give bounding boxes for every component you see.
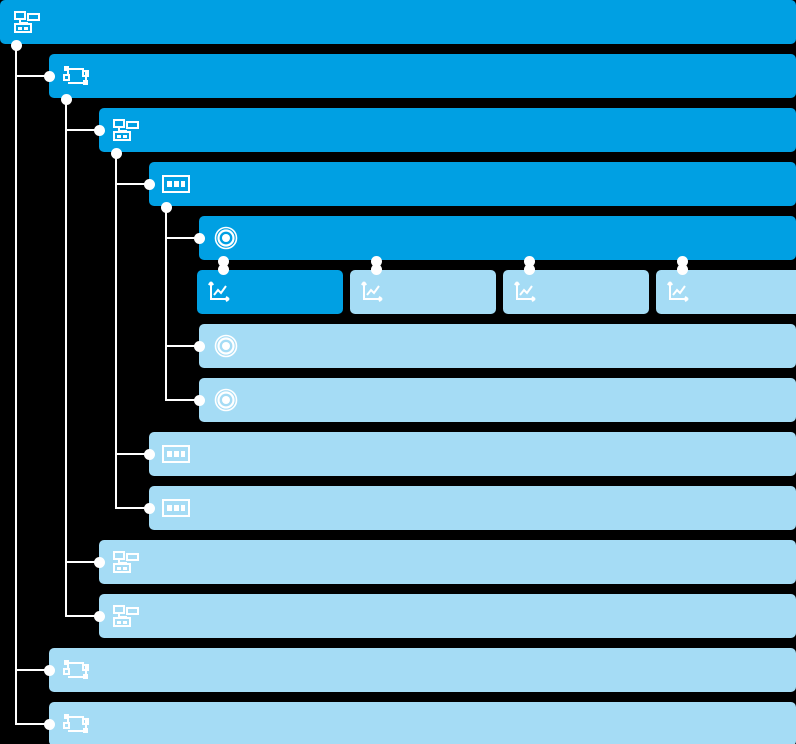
probe-icon <box>61 712 91 736</box>
connector-dot <box>193 394 205 406</box>
sensor-icon <box>211 334 241 358</box>
tree-node-group-3[interactable] <box>99 594 796 638</box>
group-icon <box>111 118 141 142</box>
connector-dot <box>43 664 55 676</box>
sensor-icon <box>211 388 241 412</box>
tree-node-root-group[interactable] <box>0 0 796 44</box>
connector-dot <box>160 201 172 213</box>
connector-dot <box>523 263 535 275</box>
tree-node-channel-1[interactable] <box>197 270 343 314</box>
connector-dot <box>93 556 105 568</box>
connector-dot <box>143 448 155 460</box>
probe-icon <box>61 658 91 682</box>
tree-node-sensor-2[interactable] <box>199 324 796 368</box>
tree-node-channel-2[interactable] <box>350 270 496 314</box>
connector-dot <box>10 39 22 51</box>
sensor-icon <box>211 226 241 250</box>
connector-dot <box>676 263 688 275</box>
connector-dot <box>143 502 155 514</box>
connector-dot <box>43 70 55 82</box>
connector-dot <box>217 263 229 275</box>
group-icon <box>111 604 141 628</box>
tree-node-sensor-1[interactable] <box>199 216 796 260</box>
tree-node-sensor-3[interactable] <box>199 378 796 422</box>
channel-icon <box>513 281 539 303</box>
connector-dot <box>143 178 155 190</box>
device-icon <box>161 442 191 466</box>
connector-dot <box>43 718 55 730</box>
connector-dot <box>193 232 205 244</box>
connector-line <box>65 98 67 616</box>
tree-node-channel-4[interactable] <box>656 270 796 314</box>
channel-icon <box>360 281 386 303</box>
tree-node-probe-2[interactable] <box>49 648 796 692</box>
connector-dot <box>110 147 122 159</box>
device-icon <box>161 496 191 520</box>
probe-icon <box>61 64 91 88</box>
connector-dot <box>193 340 205 352</box>
tree-node-channel-3[interactable] <box>503 270 649 314</box>
group-icon <box>12 10 42 34</box>
tree-node-device-2[interactable] <box>149 432 796 476</box>
tree-node-device-3[interactable] <box>149 486 796 530</box>
device-icon <box>161 172 191 196</box>
channel-icon <box>207 281 233 303</box>
connector-line <box>165 206 167 400</box>
tree-node-device-1[interactable] <box>149 162 796 206</box>
group-icon <box>111 550 141 574</box>
tree-node-probe-3[interactable] <box>49 702 796 744</box>
connector-dot <box>93 124 105 136</box>
connector-dot <box>370 263 382 275</box>
channel-icon <box>666 281 692 303</box>
tree-node-probe-1[interactable] <box>49 54 796 98</box>
device-tree-diagram <box>0 0 796 744</box>
connector-line <box>15 44 17 724</box>
tree-node-group-1[interactable] <box>99 108 796 152</box>
tree-node-group-2[interactable] <box>99 540 796 584</box>
connector-dot <box>60 93 72 105</box>
connector-dot <box>93 610 105 622</box>
